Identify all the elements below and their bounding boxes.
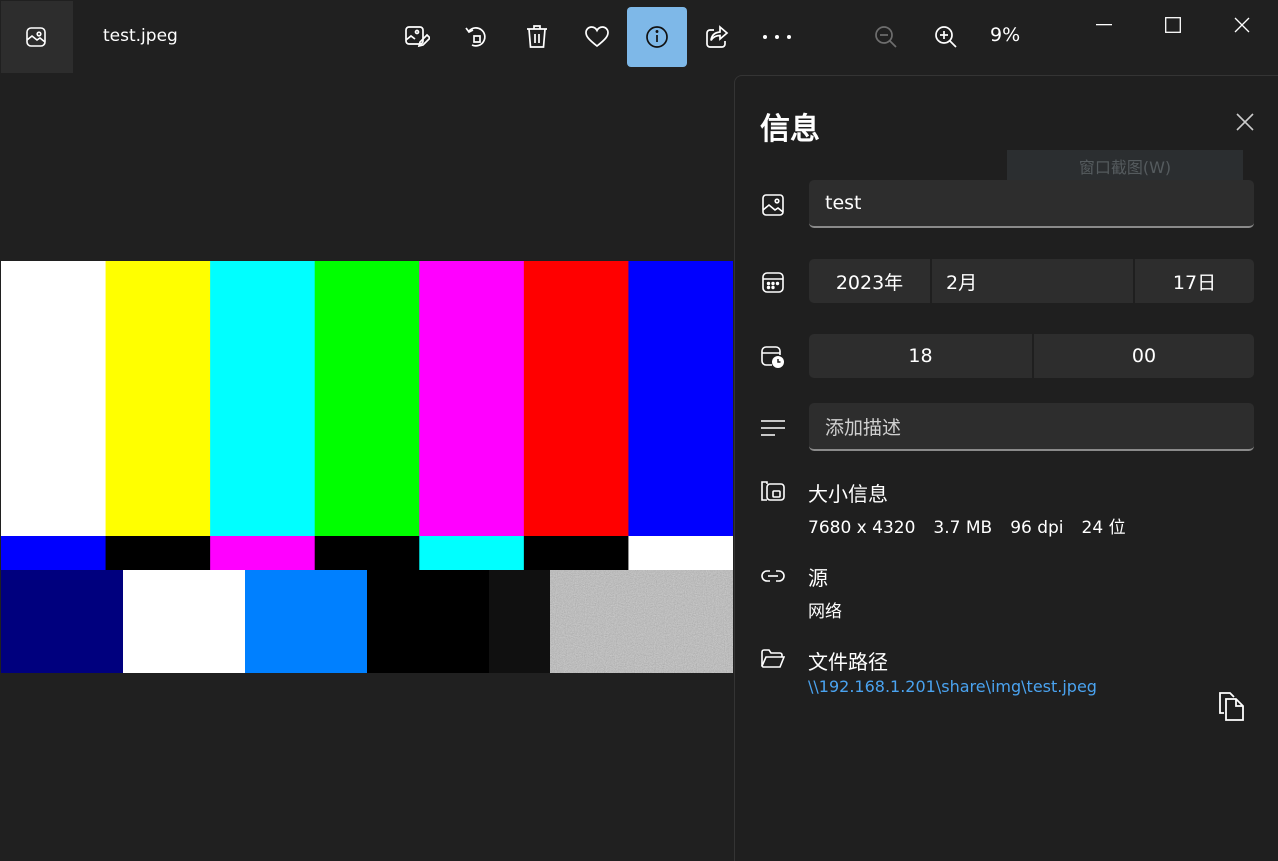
color-bar xyxy=(314,536,420,570)
date-picker[interactable]: 2023年 2月 17日 xyxy=(809,259,1254,303)
image-viewer[interactable] xyxy=(0,75,734,861)
color-bar xyxy=(314,261,420,536)
color-bar xyxy=(1,536,107,570)
time-picker[interactable]: 18 00 xyxy=(809,334,1254,378)
info-panel: 信息 窗口截图(W) test 2023年 2月 17日 18 00 添加描述 … xyxy=(734,75,1278,861)
source-value: 网络 xyxy=(808,602,842,622)
color-bar xyxy=(523,261,629,536)
color-bar xyxy=(105,536,211,570)
file-size: 3.7 MB xyxy=(933,518,993,538)
file-name: test.jpeg xyxy=(103,26,178,46)
color-bar xyxy=(489,570,551,673)
edit-image-button[interactable] xyxy=(387,7,447,67)
month-field[interactable]: 2月 xyxy=(930,259,1133,303)
delete-button[interactable] xyxy=(507,7,567,67)
color-bar xyxy=(123,570,246,673)
description-icon xyxy=(760,415,786,441)
color-bar xyxy=(1,261,107,536)
folder-icon xyxy=(760,646,786,672)
minute-field[interactable]: 00 xyxy=(1032,334,1254,378)
panel-title: 信息 xyxy=(760,112,820,147)
description-field[interactable]: 添加描述 xyxy=(809,403,1254,451)
close-panel-button[interactable] xyxy=(1229,106,1261,138)
color-bar xyxy=(628,536,733,570)
color-bar xyxy=(210,536,316,570)
dimensions: 7680 x 4320 xyxy=(808,518,916,538)
clock-calendar-icon xyxy=(760,344,786,370)
favorite-icon xyxy=(585,26,609,48)
share-icon xyxy=(706,25,729,48)
color-bar xyxy=(367,570,490,673)
name-field[interactable]: test xyxy=(809,180,1254,228)
maximize-icon xyxy=(1165,17,1181,33)
color-bar xyxy=(245,570,368,673)
zoom-out-icon xyxy=(875,26,897,48)
copy-path-button[interactable] xyxy=(1215,688,1249,724)
maximize-button[interactable] xyxy=(1139,0,1207,50)
rotate-button[interactable] xyxy=(447,7,507,67)
size-details: 7680 x 4320 3.7 MB 96 dpi 24 位 xyxy=(808,513,1144,538)
close-icon xyxy=(1234,17,1250,33)
noise-block xyxy=(550,570,733,673)
title-bar: test.jpeg 9% xyxy=(0,0,1278,75)
ghost-tooltip: 窗口截图(W) xyxy=(1007,150,1243,182)
close-icon xyxy=(1236,113,1254,131)
color-bar xyxy=(210,261,316,536)
day-field[interactable]: 17日 xyxy=(1133,259,1254,303)
share-button[interactable] xyxy=(687,7,747,67)
zoom-in-icon xyxy=(935,26,957,48)
image-icon xyxy=(760,192,786,218)
delete-icon xyxy=(527,25,547,48)
color-bar xyxy=(628,261,733,536)
minimize-button[interactable] xyxy=(1070,0,1138,50)
size-label: 大小信息 xyxy=(808,482,888,506)
zoom-out-button[interactable] xyxy=(856,7,916,67)
edit-image-icon xyxy=(405,26,430,48)
file-path-link[interactable]: \\192.168.1.201\share\img\test.jpeg xyxy=(808,677,1097,696)
color-bars-image xyxy=(1,261,733,673)
calendar-icon xyxy=(760,269,786,295)
info-button[interactable] xyxy=(627,7,687,67)
size-icon xyxy=(760,478,786,504)
path-label: 文件路径 xyxy=(808,650,888,674)
color-bar xyxy=(419,536,525,570)
info-icon xyxy=(646,26,668,48)
year-field[interactable]: 2023年 xyxy=(809,259,930,303)
bit-depth: 24 位 xyxy=(1081,518,1126,538)
minimize-icon xyxy=(1096,24,1112,26)
color-bar xyxy=(523,536,629,570)
zoom-in-button[interactable] xyxy=(916,7,976,67)
copy-icon xyxy=(1219,692,1244,721)
color-bar xyxy=(105,261,211,536)
source-label: 源 xyxy=(808,566,828,590)
more-icon xyxy=(763,35,791,39)
color-bar xyxy=(1,570,124,673)
photos-app-icon[interactable] xyxy=(1,1,73,73)
color-bar xyxy=(419,261,525,536)
close-window-button[interactable] xyxy=(1208,0,1276,50)
hour-field[interactable]: 18 xyxy=(809,334,1032,378)
zoom-level[interactable]: 9% xyxy=(990,24,1020,46)
favorite-button[interactable] xyxy=(567,7,627,67)
rotate-icon xyxy=(465,27,486,47)
dpi: 96 dpi xyxy=(1010,518,1064,538)
link-icon xyxy=(760,563,786,589)
more-button[interactable] xyxy=(747,7,807,67)
